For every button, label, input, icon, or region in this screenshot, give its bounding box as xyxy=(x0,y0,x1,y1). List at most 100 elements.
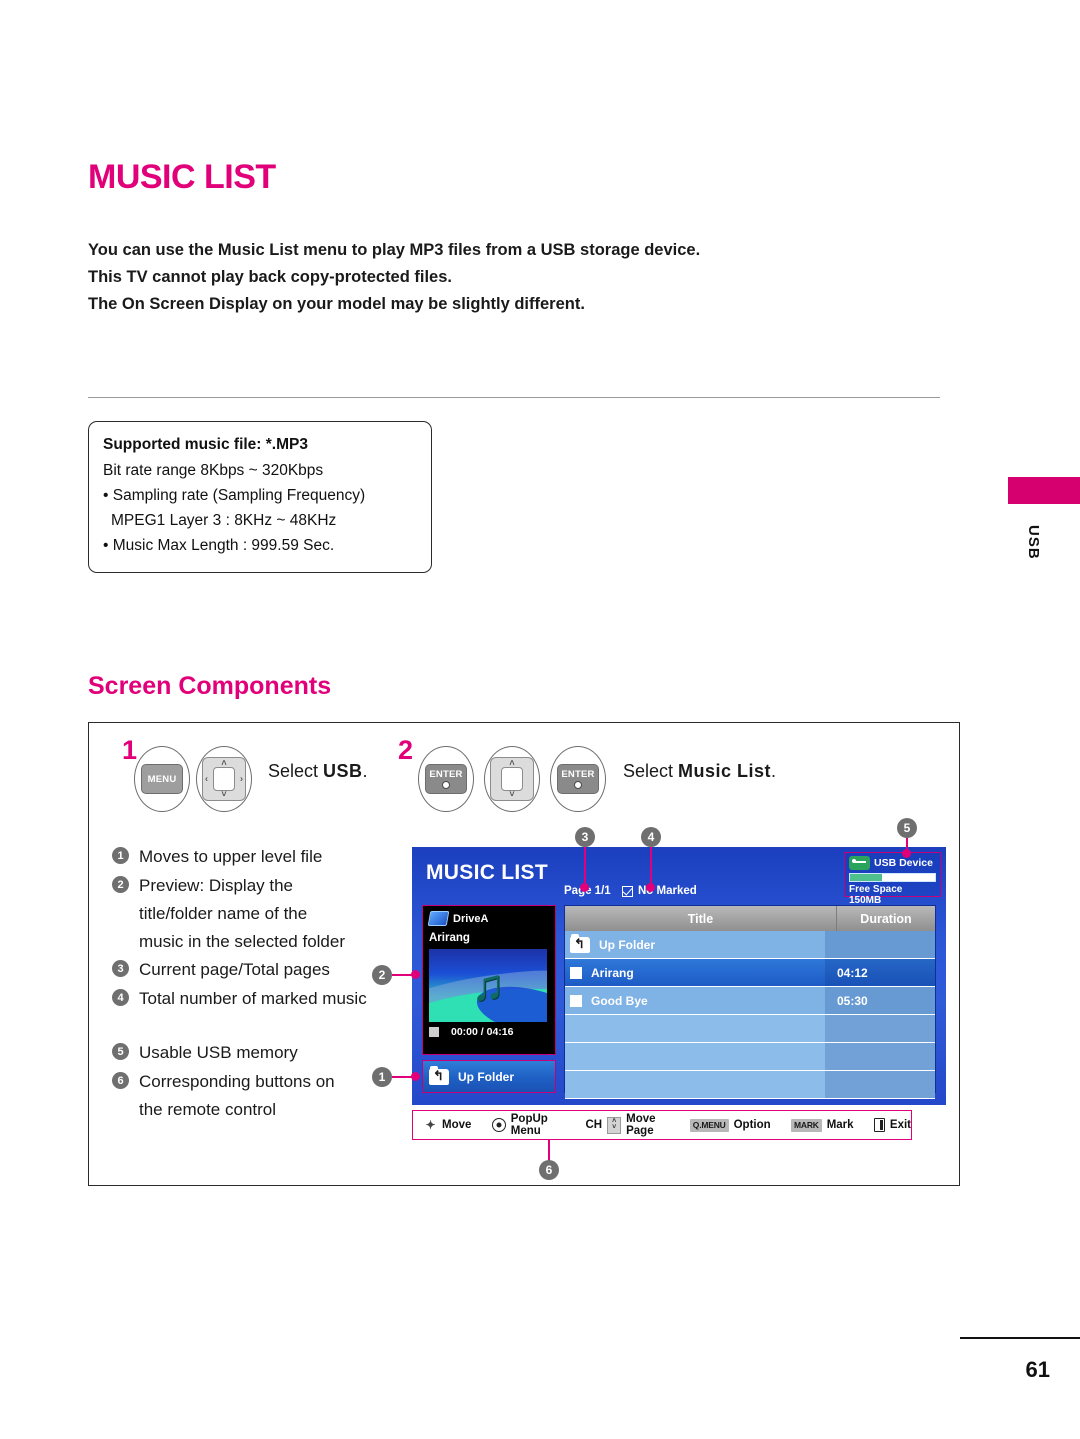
legend-spacer xyxy=(112,1014,392,1039)
step-1-prefix: Select xyxy=(268,761,324,781)
preview-song-title: Arirang xyxy=(429,932,470,944)
remote-key-navpad-4way[interactable]: ˄ ˅ ‹ › xyxy=(196,746,252,812)
ok-circle-icon xyxy=(491,1118,506,1132)
remote-key-enter-second[interactable]: ENTER xyxy=(550,746,606,812)
table-row[interactable]: Up Folder xyxy=(565,931,935,959)
supported-box-line-2: • Sampling rate (Sampling Frequency) xyxy=(103,487,366,504)
table-row-empty xyxy=(565,1015,935,1043)
legend-text-1: Moves to upper level file xyxy=(139,847,323,866)
step-1-target: USB xyxy=(323,761,363,781)
remote-key-navpad-2way[interactable]: ˄ ˅ xyxy=(484,746,540,812)
folder-icon xyxy=(427,911,450,926)
supported-music-file-box: Supported music file: *.MP3 Bit rate ran… xyxy=(88,421,432,573)
row-duration-cell xyxy=(825,1043,935,1070)
legend-list: 1 Moves to upper level file 2 Preview: D… xyxy=(112,843,392,1124)
checkbox-icon[interactable] xyxy=(570,994,582,1007)
row-title-text: Arirang xyxy=(591,965,634,980)
supported-box-heading: Supported music file: *.MP3 xyxy=(103,436,308,453)
table-row[interactable]: Good Bye 05:30 xyxy=(565,987,935,1015)
callout-bubble-3: 3 xyxy=(575,827,595,847)
menu-key-label: MENU xyxy=(147,773,177,785)
callout-bubble-6: 6 xyxy=(539,1160,559,1180)
step-2-number: 2 xyxy=(398,735,414,765)
legend-item-1: 1 Moves to upper level file xyxy=(112,843,392,872)
legend-bullet-6: 6 xyxy=(112,1072,129,1089)
music-note-icon: ♫ xyxy=(471,960,505,1010)
page-title: MUSIC LIST xyxy=(88,158,276,196)
enter-key-label-2: ENTER xyxy=(561,769,595,780)
button-bar-mark[interactable]: MARK Mark xyxy=(791,1118,854,1132)
legend-text-2-cont-1: title/folder name of the xyxy=(139,904,308,923)
navpad2-center xyxy=(501,767,523,791)
usb-side-tab-bar xyxy=(1008,477,1080,504)
enter-key-face-2: ENTER xyxy=(557,764,599,794)
legend-bullet-4: 4 xyxy=(112,989,129,1006)
enter-key-dot-icon-1 xyxy=(442,781,450,789)
row-title-text: Good Bye xyxy=(591,993,648,1008)
remote-button-bar: ✦ Move PopUp Menu CH ˄ ˅ Move Page Q.MENU… xyxy=(412,1110,912,1140)
callout-line-3 xyxy=(584,847,586,887)
intro-line-2: This TV cannot play back copy-protected … xyxy=(88,268,452,286)
nav-right-arrow-icon: › xyxy=(240,773,243,784)
table-row-empty xyxy=(565,1043,935,1071)
step-1-instruction: Select USB. xyxy=(268,761,368,782)
button-bar-option[interactable]: Q.MENU Option xyxy=(689,1118,771,1132)
row-title-cell xyxy=(565,1015,825,1042)
row-title-cell: Good Bye xyxy=(565,987,825,1014)
legend-text-5: Usable USB memory xyxy=(139,1043,298,1062)
remote-key-enter-first[interactable]: ENTER xyxy=(418,746,474,812)
stop-icon xyxy=(429,1027,439,1037)
row-title-cell: Up Folder xyxy=(565,931,825,958)
screen-components-heading: Screen Components xyxy=(88,672,332,700)
enter-key-face-1: ENTER xyxy=(425,764,467,794)
usb-capacity-bar xyxy=(849,873,936,882)
preview-drive-name: DriveA xyxy=(453,912,489,925)
up-folder-button[interactable]: Up Folder xyxy=(422,1060,556,1093)
row-title-text: Up Folder xyxy=(599,937,655,952)
navpad-2way-icon: ˄ ˅ xyxy=(490,757,534,801)
enter-key-label-1: ENTER xyxy=(429,769,463,780)
callout-line-4 xyxy=(650,847,652,887)
legend-item-6: 6 Corresponding buttons on the remote co… xyxy=(112,1068,392,1124)
button-bar-move[interactable]: ✦ Move xyxy=(424,1118,471,1132)
legend-bullet-3: 3 xyxy=(112,960,129,977)
row-title-cell xyxy=(565,1071,825,1098)
button-bar-popup-label: PopUp Menu xyxy=(510,1113,548,1137)
checkmark-box-icon xyxy=(622,885,633,897)
step-2-instruction: Select Music List. xyxy=(623,761,776,782)
callout-dot-1 xyxy=(411,1072,420,1081)
button-bar-exit[interactable]: Exit xyxy=(873,1118,911,1132)
callout-dot-3 xyxy=(580,883,589,892)
tv-marked-status-group: No Marked xyxy=(622,885,697,897)
intro-paragraph: You can use the Music List menu to play … xyxy=(88,237,908,318)
row-title-cell xyxy=(565,1043,825,1070)
up-folder-button-label: Up Folder xyxy=(458,1069,514,1084)
button-bar-move-page[interactable]: CH ˄ ˅ Move Page xyxy=(585,1113,678,1137)
step-2-prefix: Select xyxy=(623,761,679,781)
legend-item-3: 3 Current page/Total pages xyxy=(112,956,392,985)
row-duration-cell xyxy=(825,931,935,958)
row-duration-cell xyxy=(825,1015,935,1042)
remote-key-menu[interactable]: MENU xyxy=(134,746,190,812)
ch-prefix-label: CH xyxy=(585,1119,603,1131)
page-number: 61 xyxy=(1025,1357,1050,1382)
callout-dot-2 xyxy=(411,970,420,979)
enter-key-dot-icon-2 xyxy=(574,781,582,789)
callout-dot-4 xyxy=(646,883,655,892)
menu-key-face: MENU xyxy=(141,764,183,794)
step-1-suffix: . xyxy=(362,761,368,781)
checkbox-icon[interactable] xyxy=(570,966,582,979)
preview-panel: DriveA Arirang ♫ 00:00 / 04:16 xyxy=(422,905,556,1055)
nav-down-arrow-icon: ˅ xyxy=(221,789,227,799)
button-bar-mark-label: Mark xyxy=(826,1119,854,1131)
button-bar-option-label: Option xyxy=(733,1119,771,1131)
intro-line-1: You can use the Music List menu to play … xyxy=(88,241,701,259)
step-1-number: 1 xyxy=(122,735,138,765)
callout-bubble-1: 1 xyxy=(372,1067,392,1087)
nav-left-arrow-icon: ‹ xyxy=(205,773,208,784)
horizontal-divider xyxy=(88,397,940,398)
button-bar-popup-menu[interactable]: PopUp Menu xyxy=(491,1113,575,1137)
folder-up-icon xyxy=(429,1065,449,1085)
qmenu-key-icon: Q.MENU xyxy=(689,1118,729,1132)
table-row[interactable]: Arirang 04:12 xyxy=(565,959,935,987)
